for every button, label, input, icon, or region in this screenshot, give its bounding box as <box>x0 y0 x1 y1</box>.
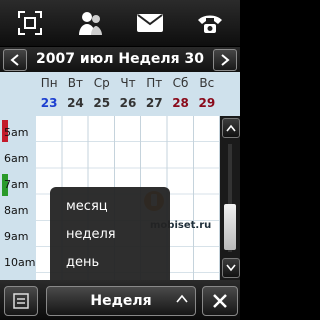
weekday-label: Вс <box>199 76 215 90</box>
weekday-label: Ср <box>93 76 110 90</box>
view-selector-label: Неделя <box>90 293 152 309</box>
scroll-down-button[interactable] <box>222 258 240 278</box>
phone-icon[interactable] <box>192 5 228 41</box>
chevron-right-icon <box>221 54 230 66</box>
date-cell-weekend[interactable]: 28 <box>167 96 193 112</box>
weekday-label: Чт <box>120 76 136 90</box>
menu-button[interactable] <box>4 286 38 316</box>
date-cell-today[interactable]: 23 <box>36 96 62 112</box>
hour-label: 7am <box>4 178 29 191</box>
hour-label: 8am <box>4 204 29 217</box>
date-cell[interactable]: 26 <box>115 96 141 112</box>
date-cell[interactable]: 24 <box>62 96 88 112</box>
next-week-button[interactable] <box>213 49 237 71</box>
menu-item-month[interactable]: месяц <box>66 199 108 214</box>
contacts-icon[interactable] <box>72 5 108 41</box>
weekday-label: Пт <box>146 76 163 90</box>
weekday-header: Пн Вт Ср Чт Пт Сб Вс <box>36 76 220 92</box>
date-row: 23 24 25 26 27 28 29 <box>36 96 220 112</box>
hour-label: 5am <box>4 126 29 139</box>
chevron-up-icon <box>176 294 188 303</box>
bottom-toolbar: Неделя <box>0 280 240 320</box>
close-icon <box>213 294 227 308</box>
chevron-down-icon <box>226 264 236 272</box>
chevron-up-icon <box>226 124 236 132</box>
vertical-scrollbar[interactable] <box>220 116 240 280</box>
menu-item-day[interactable]: день <box>66 255 99 270</box>
date-cell[interactable]: 25 <box>89 96 115 112</box>
chevron-left-icon <box>10 54 19 66</box>
view-menu-popup: месяц неделя день <box>50 187 170 280</box>
scroll-up-button[interactable] <box>222 118 240 138</box>
weekday-label: Пн <box>40 76 58 90</box>
top-toolbar <box>0 0 240 46</box>
week-title: 2007 июл Неделя 30 <box>36 51 204 67</box>
view-selector-button[interactable]: Неделя <box>46 286 196 316</box>
date-cell[interactable]: 27 <box>141 96 167 112</box>
week-navigation: 2007 июл Неделя 30 <box>0 47 240 72</box>
hour-label: 6am <box>4 152 29 165</box>
close-button[interactable] <box>202 286 238 316</box>
hour-column: 5am 6am 7am 8am 9am 10am <box>0 116 36 280</box>
hour-label: 9am <box>4 230 29 243</box>
weekday-label: Вт <box>67 76 84 90</box>
date-cell-weekend[interactable]: 29 <box>194 96 220 112</box>
weekday-label: Сб <box>172 76 189 90</box>
previous-week-button[interactable] <box>3 49 27 71</box>
message-icon[interactable] <box>132 5 168 41</box>
menu-icon <box>13 293 29 309</box>
menu-item-week[interactable]: неделя <box>66 227 116 242</box>
scroll-thumb[interactable] <box>224 204 236 250</box>
hour-label: 10am <box>4 256 36 269</box>
scan-icon[interactable] <box>12 5 48 41</box>
